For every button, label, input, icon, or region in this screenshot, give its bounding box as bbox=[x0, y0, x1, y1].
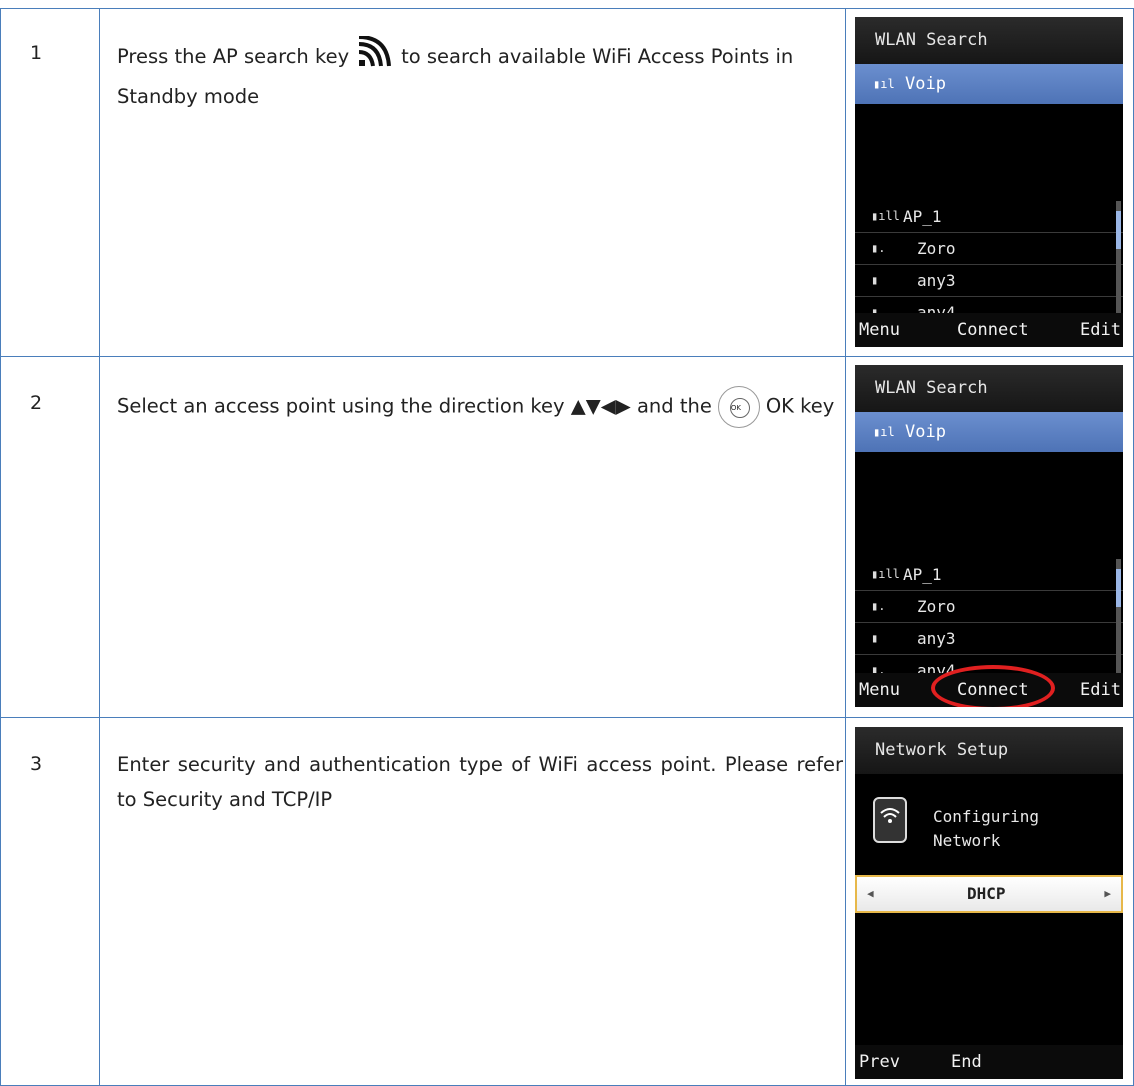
signal-icon: ▮. bbox=[871, 599, 886, 613]
screen-title: Network Setup bbox=[855, 727, 1123, 774]
signal-icon: ▮. bbox=[871, 241, 886, 255]
connect-softkey[interactable]: Connect bbox=[957, 313, 1029, 347]
message-line: Configuring bbox=[933, 807, 1039, 826]
softkey-bar: Prev End bbox=[855, 1045, 1123, 1079]
ok-key-icon: OK bbox=[717, 386, 760, 428]
row-divider bbox=[0, 717, 1134, 718]
phone-screen-wlan-search: WLAN Search ▮ıl Voip ▮ıll AP_1 ▮. Zoro ▮ any… bbox=[855, 17, 1123, 347]
list-item[interactable]: ▮ıll AP_1 bbox=[855, 559, 1123, 591]
scrollbar-thumb[interactable] bbox=[1116, 211, 1121, 249]
configuring-message: Configuring Network bbox=[933, 805, 1039, 853]
scrollbar[interactable] bbox=[1116, 201, 1121, 321]
prev-softkey[interactable]: Prev bbox=[859, 1045, 900, 1079]
signal-icon: ▮ıll bbox=[871, 567, 900, 581]
selected-ap-row[interactable]: ▮ıl Voip bbox=[855, 64, 1123, 104]
connect-softkey[interactable]: Connect bbox=[957, 673, 1029, 707]
signal-icon: ▮ıl bbox=[873, 425, 895, 439]
ap-label: AP_1 bbox=[903, 565, 942, 584]
screen-title: WLAN Search bbox=[855, 17, 1123, 64]
signal-icon: ▮ bbox=[871, 631, 879, 645]
signal-icon: ▮ıl bbox=[873, 77, 895, 91]
phone-screen-network-setup: Network Setup Configuring Network ◀ DHCP… bbox=[855, 727, 1123, 1079]
column-divider bbox=[99, 8, 100, 1086]
selected-ap-label: Voip bbox=[905, 422, 946, 442]
edit-softkey[interactable]: Edit bbox=[1080, 673, 1121, 707]
menu-softkey[interactable]: Menu bbox=[859, 313, 900, 347]
list-item[interactable]: ▮. Zoro bbox=[855, 233, 1123, 265]
ap-list: ▮ıllAP_1 ▮.Zoro ▮any3 ▮.any4 bbox=[855, 201, 1123, 329]
menu-softkey[interactable]: Menu bbox=[859, 673, 900, 707]
step-instruction: Enter security and authentication type o… bbox=[117, 753, 843, 811]
selected-ap-row[interactable]: ▮ıl Voip bbox=[855, 412, 1123, 452]
step-number: 1 bbox=[30, 42, 43, 64]
instruction-text: Press the AP search key bbox=[117, 45, 350, 68]
table-border bbox=[0, 8, 1134, 9]
step-number: 2 bbox=[30, 392, 43, 414]
edit-softkey[interactable]: Edit bbox=[1080, 313, 1121, 347]
ip-mode-value: DHCP bbox=[967, 884, 1006, 903]
list-item[interactable]: ▮ any3 bbox=[855, 265, 1123, 297]
scrollbar-thumb[interactable] bbox=[1116, 569, 1121, 607]
message-line: Network bbox=[933, 831, 1001, 850]
table-border bbox=[0, 8, 1, 1086]
ap-label: Zoro bbox=[917, 239, 956, 258]
list-item[interactable]: ▮ any3 bbox=[855, 623, 1123, 655]
instruction-text: Select an access point using the directi… bbox=[117, 394, 712, 418]
list-item[interactable]: ▮ıll AP_1 bbox=[855, 201, 1123, 233]
signal-icon: ▮ bbox=[871, 273, 879, 287]
ap-label: any3 bbox=[917, 271, 956, 290]
ap-label: AP_1 bbox=[903, 207, 942, 226]
softkey-bar: Menu Connect Edit bbox=[855, 313, 1123, 347]
scrollbar[interactable] bbox=[1116, 559, 1121, 679]
softkey-bar: Menu Connect Edit bbox=[855, 665, 1123, 707]
signal-icon: ▮ıll bbox=[871, 209, 900, 223]
step-number: 3 bbox=[30, 753, 43, 775]
ip-mode-selector[interactable]: ◀ DHCP ▶ bbox=[855, 875, 1123, 913]
wifi-search-key-icon bbox=[357, 35, 393, 79]
step-instruction: Select an access point using the directi… bbox=[117, 386, 843, 428]
ap-label: any3 bbox=[917, 629, 956, 648]
list-item[interactable]: ▮. Zoro bbox=[855, 591, 1123, 623]
screen-title: WLAN Search bbox=[855, 365, 1123, 412]
instruction-text: OK key bbox=[765, 394, 835, 418]
ap-label: Zoro bbox=[917, 597, 956, 616]
selected-ap-label: Voip bbox=[905, 74, 946, 94]
phone-screen-wlan-search: WLAN Search ▮ıl Voip ▮ıll AP_1 ▮. Zoro ▮ any… bbox=[855, 365, 1123, 707]
column-divider bbox=[845, 8, 846, 1086]
row-divider bbox=[0, 356, 1134, 357]
wifi-phone-icon bbox=[873, 797, 907, 843]
left-arrow-icon[interactable]: ◀ bbox=[867, 877, 874, 911]
step-instruction: Press the AP search key to search availab… bbox=[117, 35, 843, 114]
end-softkey[interactable]: End bbox=[951, 1045, 982, 1079]
right-arrow-icon[interactable]: ▶ bbox=[1104, 877, 1111, 911]
steps-table: 1 Press the AP search key to search avail… bbox=[0, 8, 1134, 1086]
